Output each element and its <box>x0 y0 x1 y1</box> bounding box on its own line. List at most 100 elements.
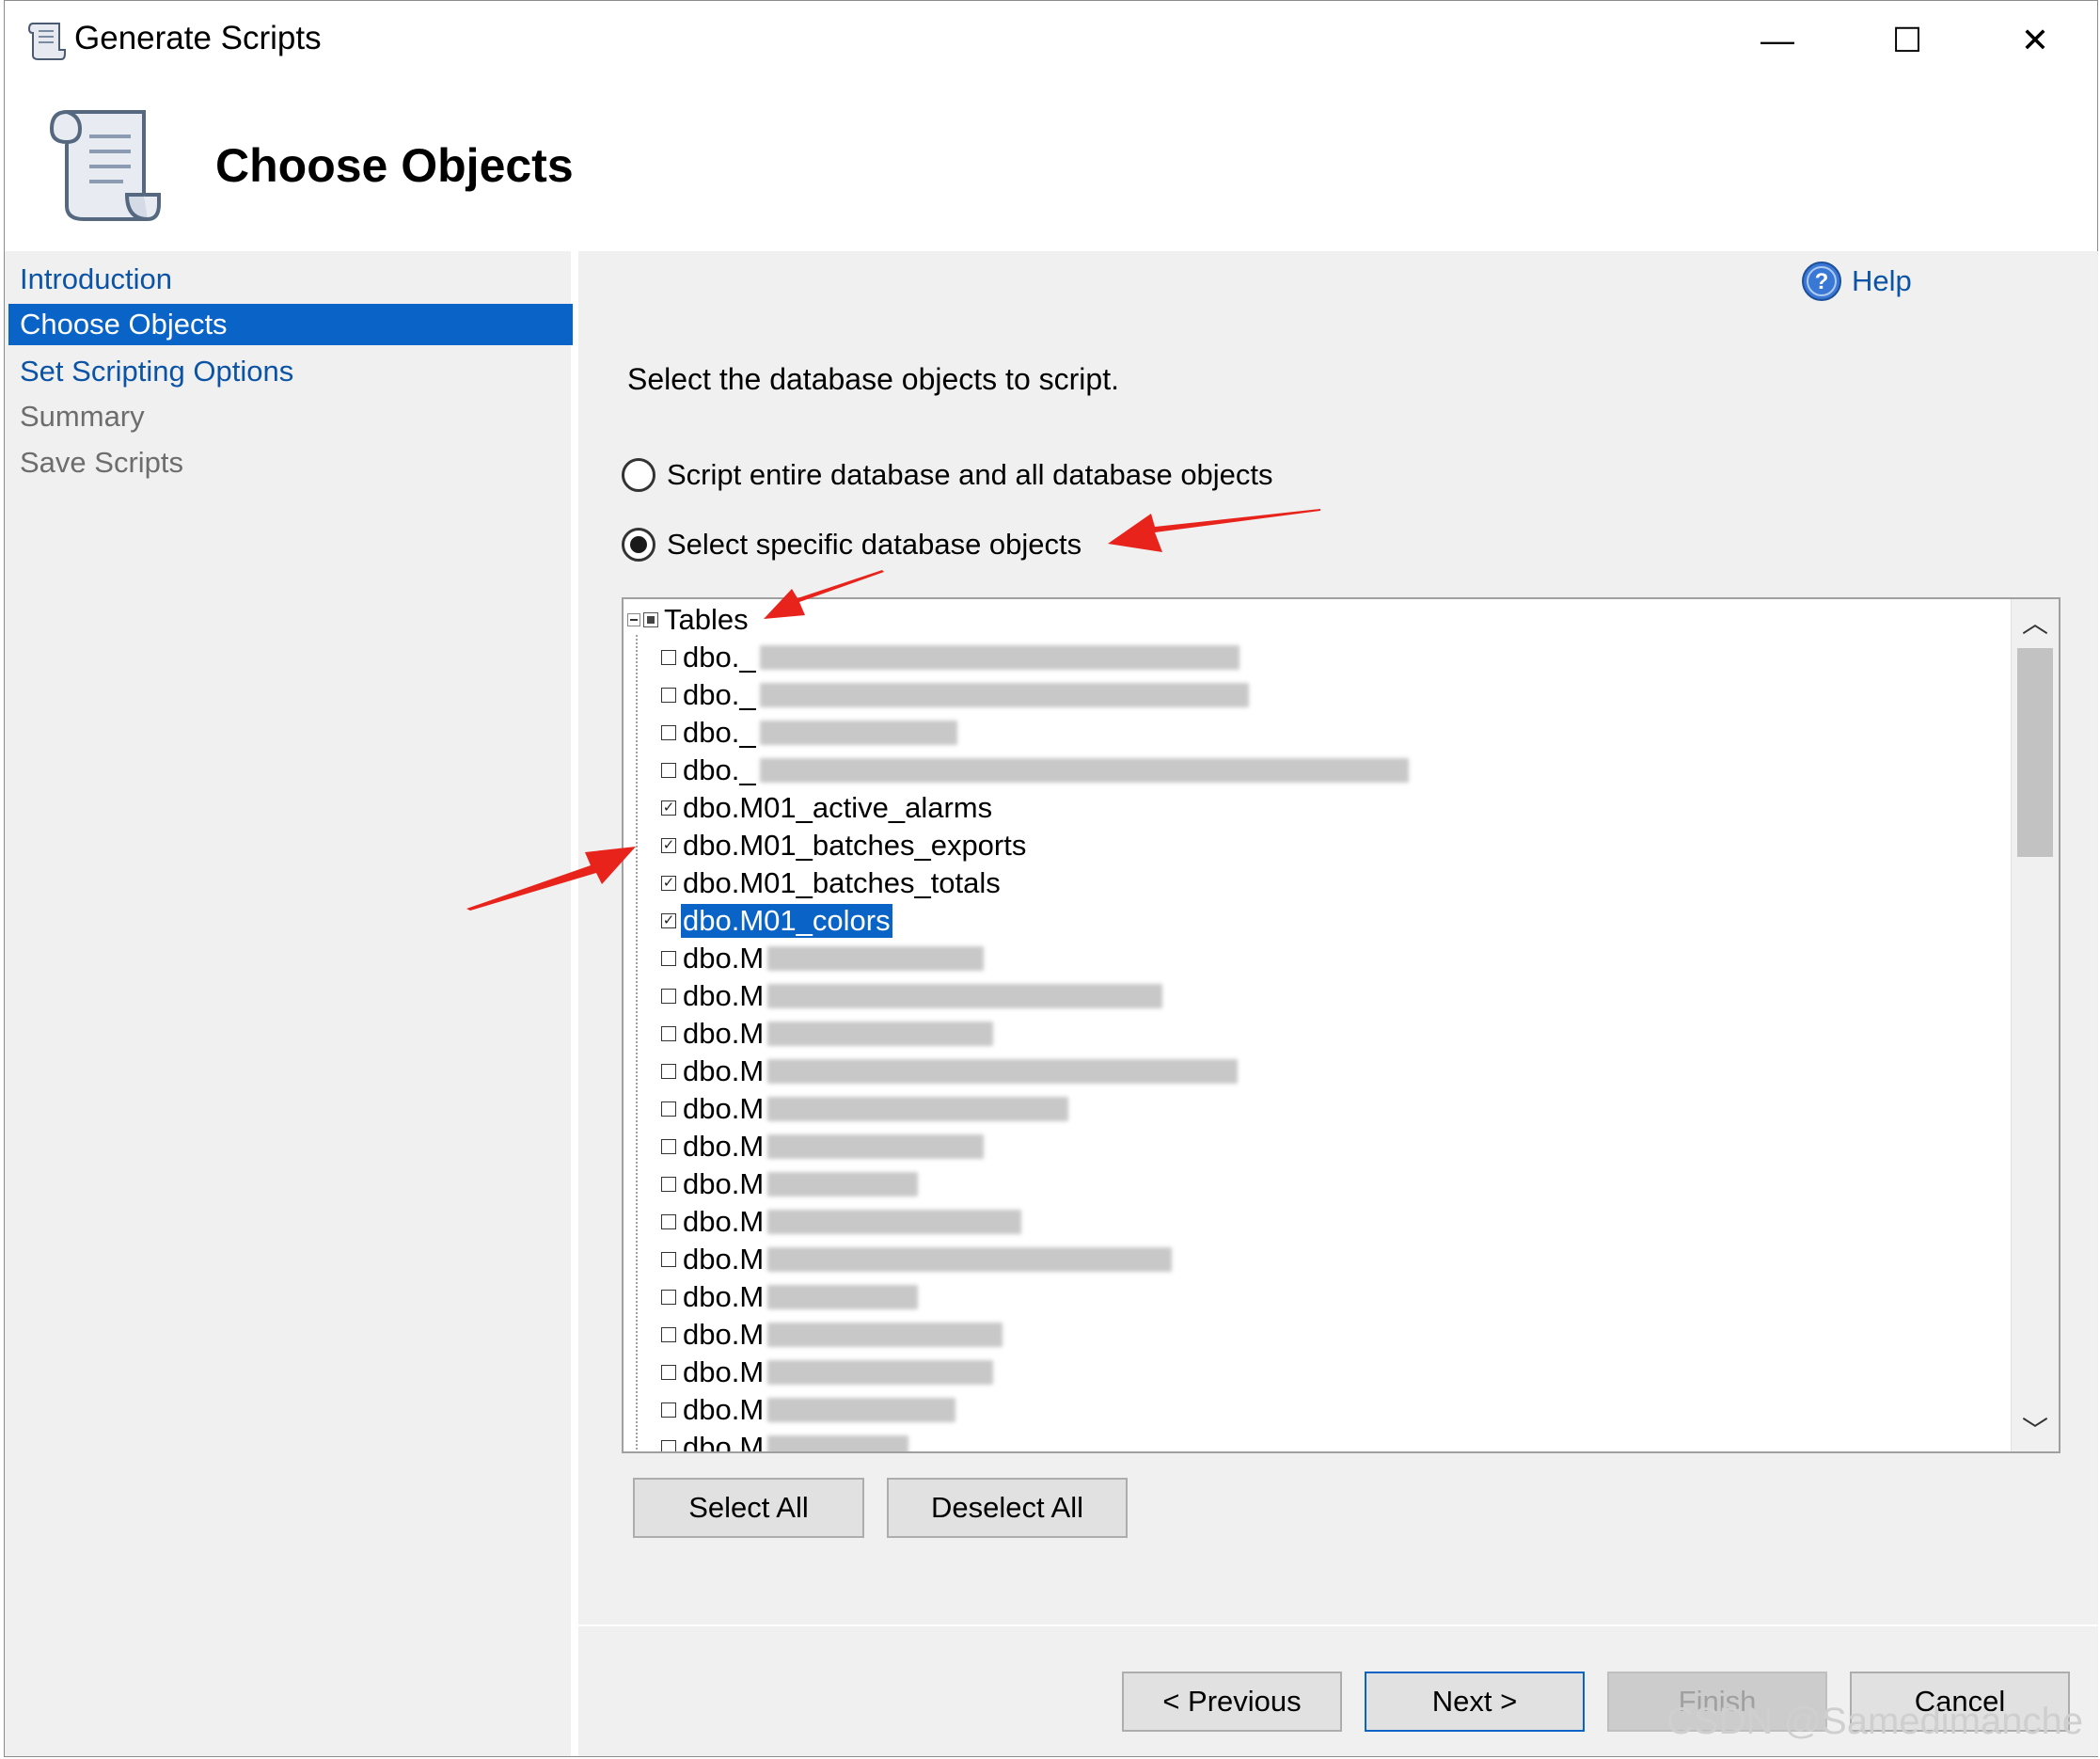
tree-row-label: dbo.M <box>683 1355 765 1388</box>
tree-row[interactable]: ✓ dbo.M01_batches_exports <box>661 827 1409 864</box>
tristate-checkbox[interactable] <box>643 612 658 627</box>
redacted-text <box>767 1097 1069 1121</box>
tree-node-tables[interactable]: Tables <box>627 603 749 637</box>
radio-select-specific-objects[interactable]: Select specific database objects <box>622 528 1082 562</box>
checkbox[interactable] <box>661 1327 676 1342</box>
watermark: CSDN @Samedimanche <box>1666 1701 2083 1742</box>
redacted-text <box>767 1285 919 1309</box>
tree-row[interactable]: dbo.M <box>661 1090 1409 1128</box>
tree-row[interactable]: dbo.M <box>661 1278 1409 1316</box>
redacted-text <box>767 1172 919 1196</box>
radio-circle-checked[interactable] <box>622 528 655 562</box>
radio-script-entire-database[interactable]: Script entire database and all database … <box>622 458 1273 492</box>
deselect-all-button[interactable]: Deselect All <box>887 1478 1128 1538</box>
tree-row[interactable]: dbo.M <box>661 1203 1409 1241</box>
redacted-text <box>767 1398 956 1422</box>
tree-row-label: dbo.M <box>683 1431 765 1453</box>
tree-row-label: dbo._ <box>683 753 756 786</box>
nav-item-introduction[interactable]: Introduction <box>8 259 573 300</box>
tree-node-label: Tables <box>664 603 749 636</box>
title-bar: Generate Scripts — ☐ ✕ <box>5 1 2097 84</box>
checkbox[interactable] <box>661 989 676 1004</box>
tree-row-label: dbo.M <box>683 1092 765 1125</box>
scroll-thumb[interactable] <box>2017 648 2053 857</box>
scroll-down-icon[interactable]: ﹀ <box>2012 1406 2059 1451</box>
scroll-up-icon[interactable]: ︿ <box>2012 599 2059 644</box>
checkbox[interactable] <box>661 1177 676 1192</box>
tree-scrollbar[interactable]: ︿ ﹀ <box>2011 599 2059 1451</box>
tree-row[interactable]: dbo.M <box>661 1391 1409 1429</box>
maximize-button[interactable]: ☐ <box>1865 10 1950 71</box>
checkbox[interactable] <box>661 1214 676 1229</box>
tree-row[interactable]: dbo._ <box>661 752 1409 789</box>
nav-item-set-scripting-options[interactable]: Set Scripting Options <box>8 351 573 392</box>
redacted-text <box>759 758 1409 783</box>
checkbox-checked[interactable]: ✓ <box>661 876 676 891</box>
checkbox[interactable] <box>661 1101 676 1117</box>
tree-row[interactable]: dbo.M <box>661 1429 1409 1453</box>
tree-row[interactable]: dbo.M <box>661 1015 1409 1053</box>
tree-row-label: dbo._ <box>683 716 756 749</box>
minimize-button[interactable]: — <box>1735 10 1820 71</box>
tree-row[interactable]: dbo._ <box>661 676 1409 714</box>
tree-row[interactable]: dbo.M <box>661 977 1409 1015</box>
tree-row[interactable]: dbo.M <box>661 1165 1409 1203</box>
radio-circle[interactable] <box>622 458 655 492</box>
checkbox-checked[interactable]: ✓ <box>661 838 676 853</box>
tree-row[interactable]: dbo._ <box>661 714 1409 752</box>
checkbox-checked[interactable]: ✓ <box>661 800 676 816</box>
tree-row[interactable]: dbo.M <box>661 1128 1409 1165</box>
objects-tree[interactable]: Tables dbo._ dbo._ dbo._ dbo._ ✓ dbo.M01_acti… <box>622 597 2061 1453</box>
checkbox[interactable] <box>661 1365 676 1380</box>
checkbox[interactable] <box>661 688 676 703</box>
tree-row-label: dbo.M01_active_alarms <box>683 791 993 824</box>
checkbox[interactable] <box>661 1402 676 1418</box>
checkbox[interactable] <box>661 951 676 966</box>
checkbox[interactable] <box>661 1064 676 1079</box>
tree-row[interactable]: dbo.M <box>661 1354 1409 1391</box>
tree-row[interactable]: dbo.M <box>661 1053 1409 1090</box>
tree-row-label: dbo.M <box>683 1017 765 1050</box>
tree-row[interactable]: dbo.M <box>661 940 1409 977</box>
close-button[interactable]: ✕ <box>1993 10 2077 71</box>
tree-row-label: dbo.M <box>683 1318 765 1351</box>
checkbox[interactable] <box>661 1026 676 1041</box>
redacted-text <box>767 984 1163 1008</box>
redacted-text <box>759 645 1239 670</box>
next-button[interactable]: Next > <box>1365 1672 1585 1732</box>
tree-connector-line <box>636 635 638 1451</box>
redacted-text <box>767 1134 985 1159</box>
previous-button[interactable]: < Previous <box>1122 1672 1342 1732</box>
checkbox[interactable] <box>661 1252 676 1267</box>
generate-scripts-window: Generate Scripts — ☐ ✕ Choose Objects In… <box>4 0 2098 1757</box>
checkbox[interactable] <box>661 650 676 665</box>
tree-row[interactable]: ✓ dbo.M01_batches_totals <box>661 864 1409 902</box>
tree-row-label: dbo.M01_batches_exports <box>683 829 1027 862</box>
redacted-text <box>759 683 1249 707</box>
tree-row-label: dbo.M01_colors <box>681 904 892 938</box>
help-link[interactable]: ? Help <box>1801 261 1912 302</box>
tree-row[interactable]: ✓ dbo.M01_active_alarms <box>661 789 1409 827</box>
checkbox[interactable] <box>661 1290 676 1305</box>
select-all-button[interactable]: Select All <box>633 1478 864 1538</box>
main-panel: ? Help Select the database objects to sc… <box>578 251 2098 1756</box>
tree-row-label: dbo.M <box>683 1205 765 1238</box>
collapse-icon[interactable] <box>627 613 640 626</box>
help-icon: ? <box>1802 261 1841 301</box>
checkbox[interactable] <box>661 1139 676 1154</box>
checkbox-checked[interactable]: ✓ <box>661 913 676 928</box>
checkbox[interactable] <box>661 725 676 740</box>
tree-rows: dbo._ dbo._ dbo._ dbo._ ✓ dbo.M01_active_alar… <box>661 639 1409 1453</box>
footer-divider <box>578 1624 2098 1626</box>
tree-row[interactable]: dbo.M <box>661 1316 1409 1354</box>
tree-row[interactable]: dbo._ <box>661 639 1409 676</box>
redacted-text <box>767 1360 994 1385</box>
checkbox[interactable] <box>661 1440 676 1451</box>
tree-row[interactable]: dbo.M <box>661 1241 1409 1278</box>
tree-row[interactable]: ✓ dbo.M01_colors <box>661 902 1409 940</box>
svg-text:?: ? <box>1815 269 1829 294</box>
checkbox[interactable] <box>661 763 676 778</box>
window-title: Generate Scripts <box>74 20 322 56</box>
tree-row-label: dbo.M <box>683 1243 765 1276</box>
nav-item-choose-objects[interactable]: Choose Objects <box>8 304 573 345</box>
